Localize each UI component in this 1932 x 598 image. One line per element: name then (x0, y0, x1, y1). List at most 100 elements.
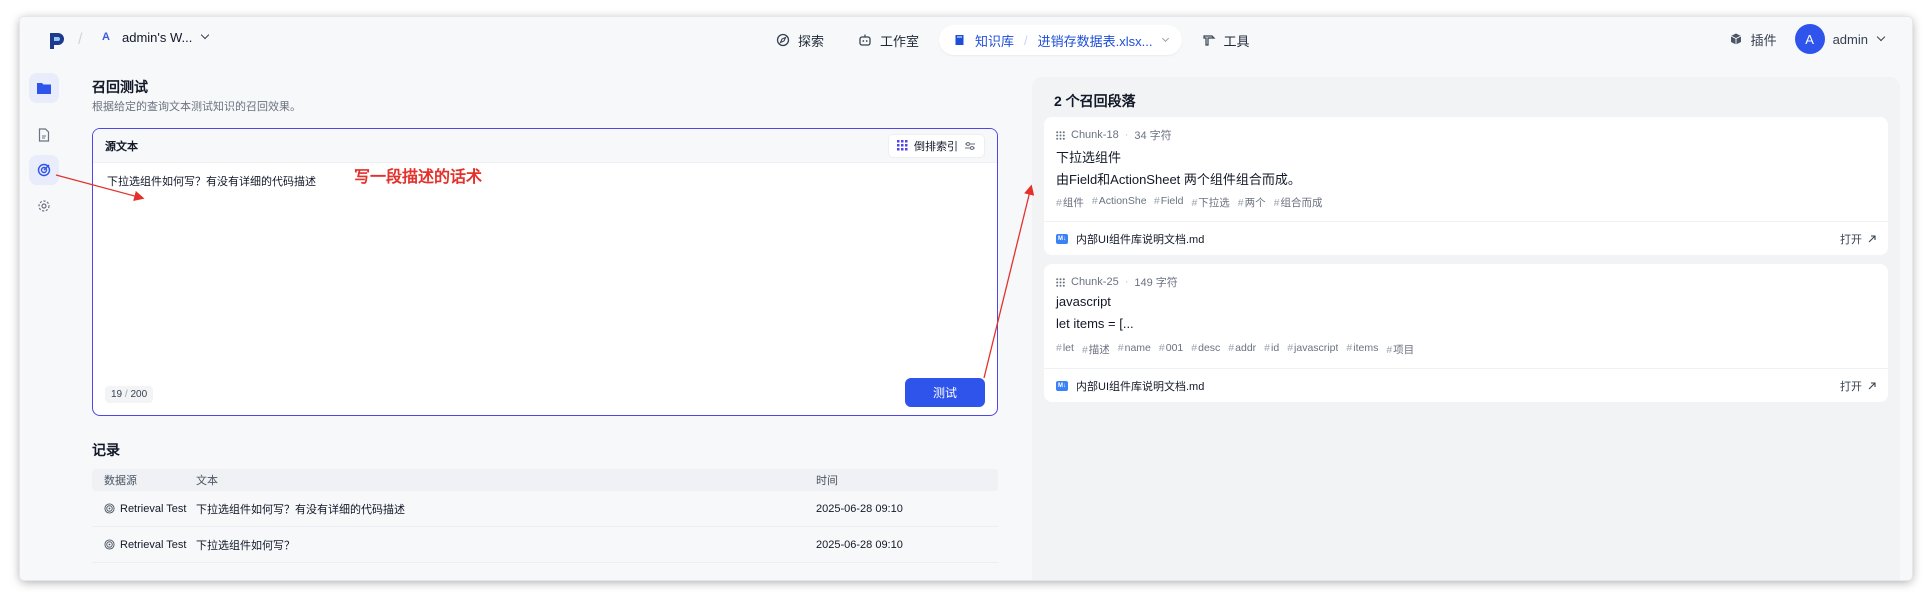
nav-studio[interactable]: 工作室 (844, 25, 933, 55)
index-mode-button[interactable]: 倒排索引 (888, 133, 985, 158)
page-title: 召回测试 (92, 79, 148, 95)
workspace-badge: A (102, 31, 110, 43)
char-count: 19 (111, 389, 123, 400)
avatar: A (1794, 24, 1825, 54)
rail-settings-button[interactable] (29, 191, 59, 221)
breadcrumb-separator: / (78, 31, 83, 48)
keyword-tag: #Field (1153, 195, 1184, 207)
meta-separator: · (1124, 129, 1129, 141)
chevron-down-icon (1876, 32, 1886, 42)
chunk-line-1: 下拉选组件 (1056, 150, 1122, 165)
folder-icon (37, 83, 51, 94)
nav-tools[interactable]: 工具 (1188, 25, 1264, 55)
plugins-button[interactable]: 插件 (1729, 30, 1777, 49)
keyword-tag-label: id (1271, 342, 1280, 354)
hammer-icon (1202, 35, 1215, 46)
markdown-file-icon: M↓ (1056, 233, 1068, 244)
robot-icon (859, 34, 871, 46)
table-row[interactable]: Retrieval Test 下拉选组件如何写？ 2025-06-28 09:1… (92, 527, 998, 563)
index-mode-label: 倒排索引 (914, 140, 958, 153)
source-file-name: 内部UI组件库说明文档.md (1076, 380, 1205, 393)
keyword-tag: #描述 (1081, 344, 1110, 356)
nav-studio-label: 工作室 (880, 33, 920, 49)
keyword-tag: #javascript (1287, 342, 1339, 354)
nav-tools-label: 工具 (1223, 33, 1250, 49)
sliders-icon (965, 141, 975, 150)
chunk-id: Chunk-18 (1071, 129, 1119, 141)
column-header-source: 数据源 (104, 475, 137, 487)
markdown-file-icon: M↓ (1056, 380, 1068, 391)
chunk-meta: Chunk-18 · 34 字符 (1056, 127, 1172, 143)
chevron-down-icon (201, 30, 210, 40)
side-rail (20, 65, 68, 580)
chunk-footer: M↓ 内部UI组件库说明文档.md 打开 (1044, 368, 1888, 402)
chunk-footer: M↓ 内部UI组件库说明文档.md 打开 (1044, 221, 1888, 255)
source-file-name: 内部UI组件库说明文档.md (1076, 233, 1205, 246)
keyword-tag-label: desc (1198, 342, 1221, 354)
keyword-tag-label: let (1062, 342, 1074, 354)
keyword-tag-label: ActionSheet (1098, 195, 1146, 207)
grid-icon (897, 140, 908, 151)
top-nav: / A admin's W... 探索 工作室 知识库 / 进销存数据表.xls… (20, 17, 1912, 65)
right-nav: 插件 A admin (1729, 24, 1886, 54)
keyword-tag-label: javascript (1294, 342, 1339, 354)
test-button[interactable]: 测试 (905, 378, 985, 407)
document-icon (38, 128, 50, 142)
chunk-line-2: let items = [... (1056, 316, 1134, 331)
result-card[interactable]: Chunk-25 · 149 字符 javascript let items =… (1044, 264, 1888, 402)
user-name: admin (1832, 31, 1868, 47)
nav-explore[interactable]: 探索 (762, 25, 838, 55)
nav-knowledge[interactable]: 知识库 / 进销存数据表.xlsx... (939, 25, 1182, 55)
table-row[interactable]: Retrieval Test 下拉选组件如何写？有没有详细的代码描述 2025-… (92, 491, 998, 527)
plugins-label: 插件 (1750, 32, 1777, 48)
keyword-tag-label: addr (1235, 342, 1257, 354)
keyword-tag-label: 两个 (1244, 197, 1266, 209)
nav-dataset-label[interactable]: 进销存数据表.xlsx... (1038, 31, 1153, 50)
keyword-tag: #组合而成 (1273, 197, 1323, 209)
keyword-tag: #items (1346, 342, 1379, 354)
gear-icon (38, 200, 50, 212)
results-title: 2 个召回段落 (1054, 93, 1136, 109)
keyword-tag: #ActionSheet (1092, 195, 1146, 210)
annotation-text: 写一段描述的话术 (354, 169, 483, 186)
grid-dots-icon (1056, 277, 1065, 287)
target-icon (104, 539, 115, 550)
records-table-header: 数据源 文本 时间 (92, 469, 998, 491)
source-text-label: 源文本 (105, 140, 138, 153)
nav-knowledge-label: 知识库 (975, 33, 1015, 49)
rail-documents-button[interactable] (29, 120, 59, 150)
char-counter: 19 / 200 (105, 386, 154, 403)
record-text: 下拉选组件如何写？有没有详细的代码描述 (196, 503, 405, 516)
keyword-tag: #addr (1228, 342, 1257, 354)
chunk-line-2: 由Field和ActionSheet 两个组件组合而成。 (1056, 172, 1301, 187)
keyword-tag: #001 (1158, 342, 1184, 354)
records-table: 数据源 文本 时间 Retrieval Test 下拉选组件如何写？有没有详细的… (92, 469, 998, 563)
open-link[interactable]: 打开 (1840, 378, 1876, 394)
breadcrumb-separator: / (1024, 32, 1028, 48)
record-source: Retrieval Test (92, 539, 196, 551)
source-text-input[interactable]: 下拉选组件如何写？有没有详细的代码描述 (107, 173, 316, 189)
app-logo-icon[interactable] (48, 31, 66, 51)
keyword-tag-label: 组件 (1062, 197, 1084, 209)
workspace-switcher[interactable]: A admin's W... (98, 29, 210, 45)
book-icon (955, 35, 964, 45)
chevron-down-icon (1161, 34, 1169, 42)
chunk-id: Chunk-25 (1071, 276, 1119, 288)
result-card[interactable]: Chunk-18 · 34 字符 下拉选组件 由Field和ActionShee… (1044, 117, 1888, 255)
source-file: M↓ 内部UI组件库说明文档.md (1056, 231, 1204, 247)
keyword-tag: #let (1056, 342, 1074, 354)
open-label: 打开 (1840, 380, 1862, 393)
open-link[interactable]: 打开 (1840, 231, 1876, 247)
keyword-tag-label: 组合而成 (1280, 197, 1323, 209)
keyword-tag: #name (1117, 342, 1151, 354)
chunk-chars: 34 字符 (1134, 130, 1172, 142)
rail-folder-button[interactable] (29, 73, 59, 103)
source-text-box[interactable]: 源文本 倒排索引 下拉选组件如何写？有没有详细的代码描述 19 / 200 测试 (92, 128, 998, 416)
rail-retrieval-test-button[interactable] (29, 155, 59, 185)
source-text-header: 源文本 倒排索引 (93, 129, 997, 163)
keyword-tag: #项目 (1386, 344, 1415, 356)
nav-explore-label: 探索 (798, 33, 825, 49)
keyword-tag-label: name (1124, 342, 1151, 354)
user-menu[interactable]: A admin (1794, 24, 1886, 54)
keyword-tag: #id (1264, 342, 1280, 354)
